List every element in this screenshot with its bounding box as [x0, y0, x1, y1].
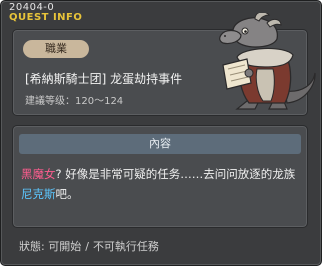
npc-name-black-witch: 黑魔女	[21, 167, 56, 181]
npc-name-nix: 尼克斯	[21, 187, 56, 201]
quest-description: 黑魔女? 好像是非常可疑的任务……去问问放逐的龙族尼克斯吧。	[21, 164, 303, 204]
quest-title: [希納斯騎士团] 龙蛋劫持事件	[25, 72, 183, 86]
quest-info-window: 20404-0 QUEST INFO 職業 [希納斯騎士团] 龙蛋劫持事件 建議…	[0, 0, 322, 266]
status-separator: /	[85, 240, 89, 253]
window-title: QUEST INFO	[9, 12, 83, 23]
status-label: 狀態:	[19, 240, 45, 253]
recommended-level: 建議等级：120～124	[25, 96, 124, 107]
status-startable: 可開始	[48, 240, 82, 253]
status-not-executable: 不可執行任務	[92, 240, 159, 253]
content-header: 內容	[19, 134, 301, 154]
description-end: 吧。	[55, 187, 79, 201]
dragon-npc-icon	[219, 13, 316, 110]
quest-content-panel: 內容 黑魔女? 好像是非常可疑的任务……去问问放逐的龙族尼克斯吧。	[12, 125, 308, 228]
job-badge: 職業	[23, 40, 89, 58]
quest-status: 狀態: 可開始 / 不可執行任務	[19, 238, 159, 254]
description-text: ? 好像是非常可疑的任务……去问问放逐的龙族	[55, 167, 296, 181]
